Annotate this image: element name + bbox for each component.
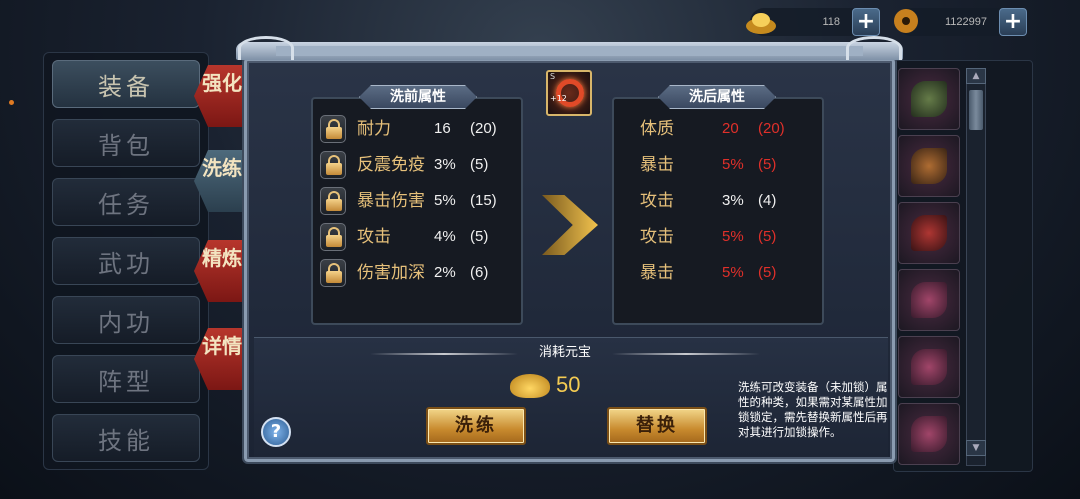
coin-icon bbox=[894, 9, 918, 33]
menu-item-martial-arts[interactable]: 武功 bbox=[52, 237, 200, 285]
attribute-max: (5) bbox=[470, 228, 489, 245]
item-icon bbox=[911, 282, 947, 318]
attribute-value: 4% bbox=[434, 228, 456, 245]
before-attributes-title: 洗前属性 bbox=[359, 85, 477, 109]
inventory-slot[interactable] bbox=[898, 68, 960, 130]
corner-ornament-icon bbox=[846, 36, 902, 60]
coin-currency: 1122997 + bbox=[894, 8, 1027, 36]
attribute-name: 攻击 bbox=[640, 191, 674, 211]
attribute-name: 耐力 bbox=[357, 119, 391, 139]
menu-item-formation[interactable]: 阵型 bbox=[52, 355, 200, 403]
notification-dot bbox=[9, 100, 14, 105]
divider bbox=[612, 353, 760, 355]
attribute-value: 3% bbox=[434, 156, 456, 173]
item-icon bbox=[911, 81, 947, 117]
ingot-currency: 118 + bbox=[746, 8, 880, 36]
menu-item-skills[interactable]: 技能 bbox=[52, 414, 200, 462]
attribute-name: 暴击 bbox=[640, 155, 674, 175]
attribute-value: 2% bbox=[434, 264, 456, 281]
attribute-value: 3% bbox=[722, 192, 744, 209]
replace-button[interactable]: 替换 bbox=[607, 407, 707, 445]
equipment-icon[interactable]: S +12 bbox=[546, 70, 592, 116]
wash-description: 洗练可改变装备（未加锁）属性的种类，如果需对某属性加锁锁定，需先替换新属性后再对… bbox=[738, 380, 888, 439]
corner-ornament-icon bbox=[238, 36, 294, 60]
attribute-max: (6) bbox=[470, 264, 489, 281]
scrollbar-thumb[interactable] bbox=[969, 90, 983, 130]
attribute-value: 5% bbox=[722, 228, 744, 245]
attribute-value: 5% bbox=[434, 192, 456, 209]
equipment-rarity: S bbox=[550, 72, 556, 81]
after-attributes-title: 洗后属性 bbox=[658, 85, 776, 109]
lock-icon[interactable] bbox=[320, 223, 346, 251]
scroll-down-icon[interactable]: ▼ bbox=[966, 440, 986, 456]
scroll-up-icon[interactable]: ▲ bbox=[966, 68, 986, 84]
attribute-name: 攻击 bbox=[640, 227, 674, 247]
attribute-name: 暴击 bbox=[640, 263, 674, 283]
attribute-max: (4) bbox=[758, 192, 777, 209]
attribute-max: (5) bbox=[758, 228, 777, 245]
attribute-name: 攻击 bbox=[357, 227, 391, 247]
add-coin-button[interactable]: + bbox=[999, 8, 1027, 36]
inventory-slot[interactable] bbox=[898, 202, 960, 264]
divider bbox=[370, 353, 518, 355]
inventory-slot[interactable] bbox=[898, 135, 960, 197]
attribute-max: (5) bbox=[758, 264, 777, 281]
lock-icon[interactable] bbox=[320, 151, 346, 179]
inventory-slot[interactable] bbox=[898, 336, 960, 398]
attribute-value: 20 bbox=[722, 120, 739, 137]
dialog-top-ornament bbox=[236, 42, 903, 60]
inventory-slot[interactable] bbox=[898, 269, 960, 331]
help-button[interactable]: ? bbox=[261, 417, 291, 447]
attribute-max: (15) bbox=[470, 192, 497, 209]
coin-amount: 1122997 bbox=[944, 16, 987, 28]
ingot-icon bbox=[510, 374, 550, 398]
attribute-max: (20) bbox=[758, 120, 785, 137]
lock-icon[interactable] bbox=[320, 115, 346, 143]
item-icon bbox=[911, 349, 947, 385]
item-icon bbox=[911, 416, 947, 452]
menu-item-quests[interactable]: 任务 bbox=[52, 178, 200, 226]
menu-item-equipment[interactable]: 装备 bbox=[52, 60, 200, 108]
wash-button[interactable]: 洗练 bbox=[426, 407, 526, 445]
attribute-value: 5% bbox=[722, 264, 744, 281]
add-ingot-button[interactable]: + bbox=[852, 8, 880, 36]
cost-amount: 50 bbox=[556, 372, 581, 397]
attribute-name: 反震免疫 bbox=[357, 155, 425, 175]
attribute-max: (20) bbox=[470, 120, 497, 137]
cost-label: 消耗元宝 bbox=[538, 345, 591, 360]
item-icon bbox=[911, 215, 947, 251]
inventory-slot[interactable] bbox=[898, 403, 960, 465]
attribute-value: 16 bbox=[434, 120, 451, 137]
attribute-value: 5% bbox=[722, 156, 744, 173]
equipment-level: +12 bbox=[550, 94, 567, 103]
lock-icon[interactable] bbox=[320, 187, 346, 215]
lock-icon[interactable] bbox=[320, 259, 346, 287]
menu-item-backpack[interactable]: 背包 bbox=[52, 119, 200, 167]
attribute-name: 暴击伤害 bbox=[357, 191, 425, 211]
ingot-amount: 118 bbox=[822, 16, 840, 28]
menu-item-inner-power[interactable]: 内功 bbox=[52, 296, 200, 344]
item-icon bbox=[911, 148, 947, 184]
ingot-icon bbox=[746, 13, 776, 34]
attribute-max: (5) bbox=[470, 156, 489, 173]
attribute-max: (5) bbox=[758, 156, 777, 173]
attribute-name: 体质 bbox=[640, 119, 674, 139]
attribute-name: 伤害加深 bbox=[357, 263, 425, 283]
